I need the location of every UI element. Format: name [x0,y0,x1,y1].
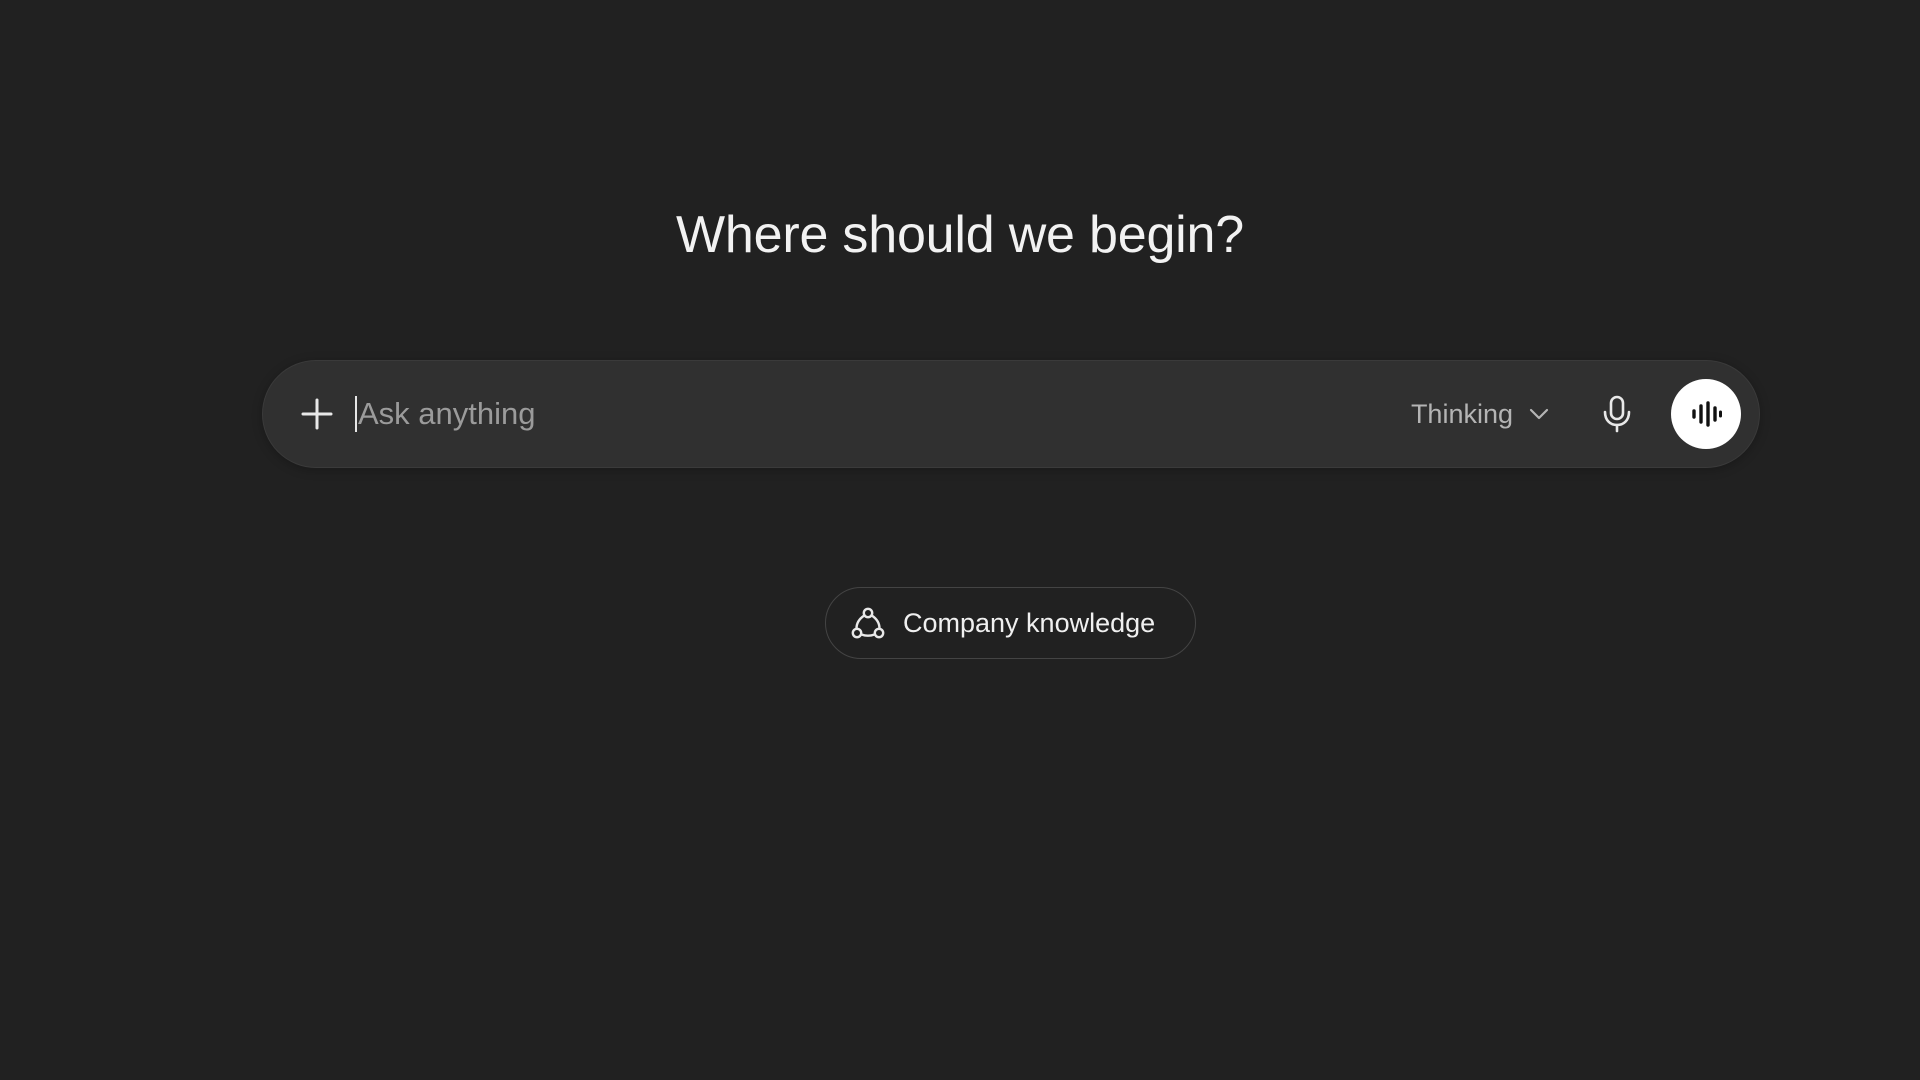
prompt-input-wrapper [355,384,1397,444]
model-selector-label: Thinking [1410,398,1513,429]
model-selector-dropdown[interactable]: Thinking [1397,386,1563,442]
plus-icon [300,397,334,431]
text-caret [355,396,357,432]
connected-nodes-icon [851,606,885,640]
chip-label: Company knowledge [903,607,1156,638]
voice-waveform-icon [1690,401,1722,427]
microphone-icon [1602,395,1632,433]
voice-mode-button[interactable] [1671,379,1741,449]
chat-home-page: Where should we begin? Thinking [0,0,1920,1080]
page-title: Where should we begin? [676,206,1244,264]
dictation-button[interactable] [1589,386,1645,442]
company-knowledge-chip[interactable]: Company knowledge [825,587,1196,659]
prompt-input[interactable] [358,384,1397,444]
add-attachment-button[interactable] [293,390,341,438]
chevron-down-icon [1529,408,1549,420]
prompt-composer: Thinking [262,360,1760,468]
